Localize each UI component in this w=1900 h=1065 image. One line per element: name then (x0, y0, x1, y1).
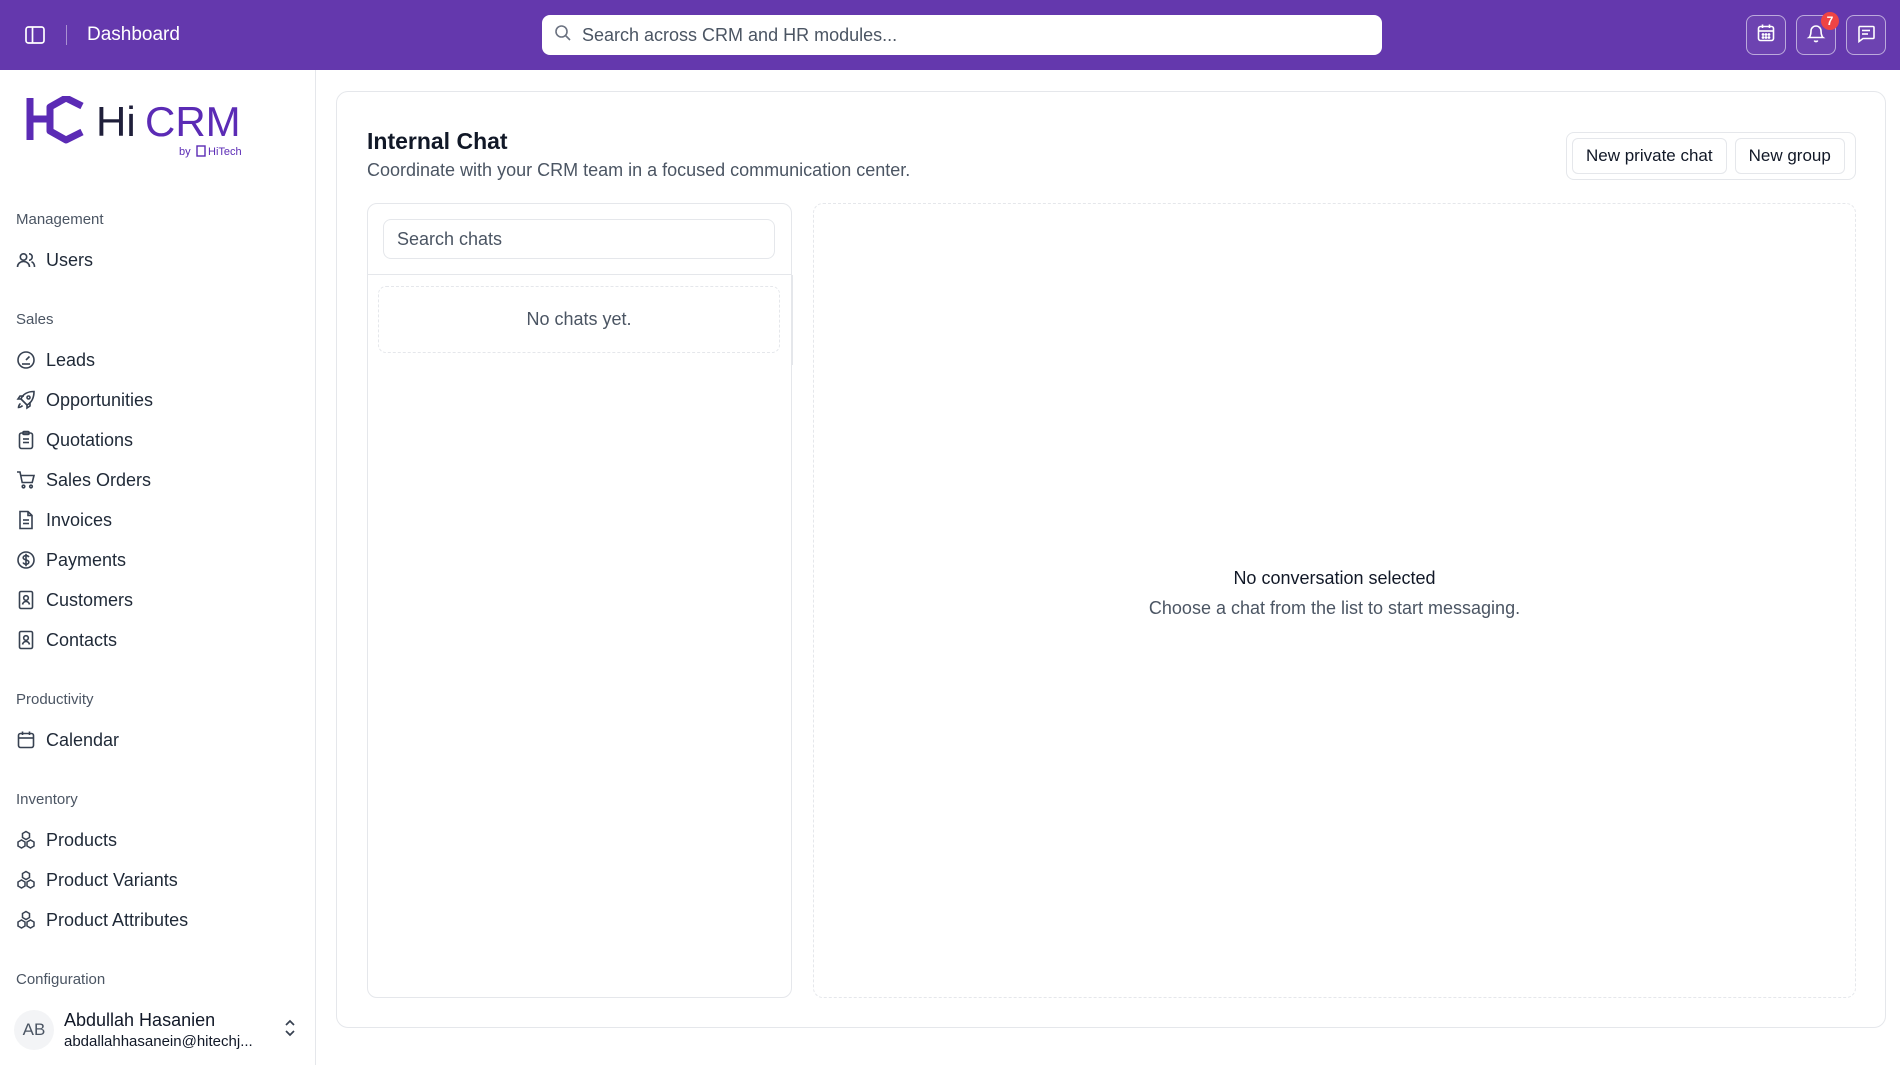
sidebar-item-label: Opportunities (46, 389, 154, 410)
sidebar-item-label: Products (46, 829, 118, 850)
search-icon (554, 24, 572, 47)
sidebar-item-label: Product Attributes (46, 909, 189, 930)
sidebar-item-users[interactable]: Users (16, 245, 296, 275)
sidebar-item-label: Users (46, 249, 94, 270)
conversation-empty-title: No conversation selected (1233, 568, 1436, 588)
global-search-input[interactable] (582, 24, 1362, 46)
chat-search-input[interactable] (383, 219, 775, 259)
hicrm-logo[interactable]: Hi CRM by HiTech (26, 94, 256, 167)
user-email: abdallahhasanein@hitechj... (64, 1033, 253, 1050)
messages-button[interactable] (1846, 15, 1886, 55)
internal-chat-card: Internal Chat Coordinate with your CRM t… (336, 91, 1886, 1028)
chat-actions: New private chat New group (1566, 132, 1856, 180)
sidebar-toggle-icon[interactable] (22, 23, 48, 47)
contact-book-icon (16, 630, 36, 650)
boxes-icon (16, 910, 36, 930)
sidebar-item-quotations[interactable]: Quotations (16, 425, 296, 455)
topbar-divider (66, 25, 67, 45)
empty-chats-message: No chats yet. (378, 286, 780, 353)
sidebar-item-products[interactable]: Products (16, 825, 296, 855)
file-icon (16, 510, 36, 530)
boxes-icon (16, 830, 36, 850)
conversation-panel: No conversation selected Choose a chat f… (813, 203, 1856, 998)
sidebar-item-contacts[interactable]: Contacts (16, 625, 296, 655)
boxes-icon (16, 870, 36, 890)
chat-search-wrap (368, 204, 791, 275)
sidebar-item-label: Customers (46, 589, 134, 610)
sidebar: Hi CRM by HiTech Management Users Sales … (0, 70, 316, 1065)
contact-book-icon (16, 590, 36, 610)
new-group-button[interactable]: New group (1734, 138, 1845, 174)
sidebar-item-calendar[interactable]: Calendar (16, 725, 296, 755)
sidebar-item-label: Calendar (46, 729, 120, 750)
sidebar-item-label: Product Variants (46, 869, 178, 890)
new-private-chat-button[interactable]: New private chat (1572, 138, 1727, 174)
sidebar-item-product-variants[interactable]: Product Variants (16, 865, 296, 895)
page-title: Internal Chat (367, 128, 508, 154)
chevrons-up-down-icon (282, 1018, 298, 1043)
nav-group-productivity: Productivity (16, 691, 94, 708)
clipboard-icon (16, 430, 36, 450)
sidebar-item-product-attributes[interactable]: Product Attributes (16, 905, 296, 935)
sidebar-item-label: Invoices (46, 509, 113, 530)
cart-icon (16, 470, 36, 490)
calendar-icon (16, 730, 36, 750)
users-icon (16, 250, 36, 270)
notification-badge: 7 (1821, 12, 1839, 30)
nav-group-sales: Sales (16, 311, 54, 328)
nav-group-management: Management (16, 211, 104, 228)
hc-logo-icon (26, 94, 84, 144)
calendar-button[interactable] (1746, 15, 1786, 55)
global-search[interactable] (542, 15, 1382, 55)
nav-group-inventory: Inventory (16, 791, 78, 808)
message-square-icon (1856, 23, 1876, 48)
dollar-circle-icon (16, 550, 36, 570)
user-name: Abdullah Hasanien (64, 1010, 216, 1030)
sidebar-item-leads[interactable]: Leads (16, 345, 296, 375)
brand-crm: CRM (145, 98, 241, 145)
brand-hi: Hi (96, 98, 136, 145)
sidebar-item-payments[interactable]: Payments (16, 545, 296, 575)
brand-by: by (179, 146, 191, 158)
sidebar-item-label: Quotations (46, 429, 134, 450)
calendar-icon (1756, 23, 1776, 48)
user-menu[interactable]: AB Abdullah Hasanien abdallahhasanein@hi… (14, 1005, 304, 1055)
nav-group-configuration: Configuration (16, 971, 106, 988)
sidebar-item-opportunities[interactable]: Opportunities (16, 385, 296, 415)
sidebar-item-invoices[interactable]: Invoices (16, 505, 296, 535)
sidebar-item-label: Payments (46, 549, 127, 570)
brand-company: HiTech (208, 146, 242, 158)
hitech-mark-icon (196, 145, 206, 157)
page-subtitle: Coordinate with your CRM team in a focus… (367, 160, 911, 180)
sidebar-item-customers[interactable]: Customers (16, 585, 296, 615)
sidebar-item-label: Contacts (46, 629, 118, 650)
sidebar-item-sales-orders[interactable]: Sales Orders (16, 465, 296, 495)
avatar: AB (14, 1010, 54, 1050)
page-breadcrumb: Dashboard (87, 24, 180, 45)
sidebar-item-label: Leads (46, 349, 96, 370)
top-bar: Dashboard 7 (0, 0, 1900, 70)
sidebar-item-label: Sales Orders (46, 469, 152, 490)
chat-list-scrollbar[interactable] (791, 275, 793, 365)
user-info: Abdullah Hasanien abdallahhasanein@hitec… (64, 1010, 274, 1050)
chat-list-panel: No chats yet. (367, 203, 793, 998)
conversation-empty-subtitle: Choose a chat from the list to start mes… (1148, 598, 1521, 618)
notifications-button[interactable]: 7 (1796, 12, 1839, 55)
gauge-icon (16, 350, 36, 370)
rocket-icon (16, 390, 36, 410)
